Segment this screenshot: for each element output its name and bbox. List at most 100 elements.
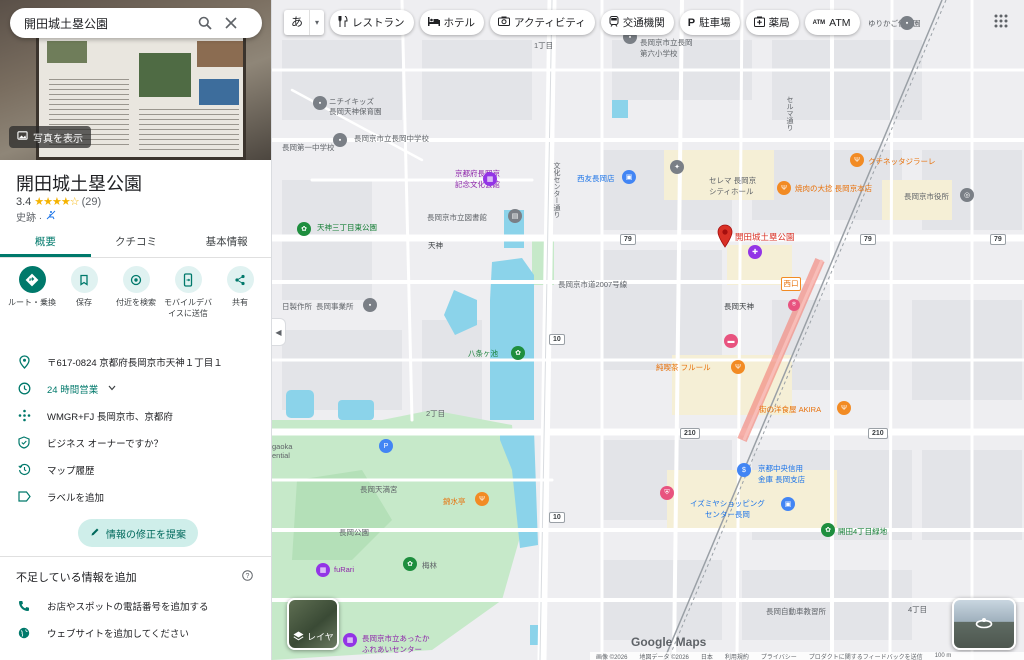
map-base-layer	[272, 0, 1024, 660]
send-to-phone-button[interactable]: モバイルデバイスに送信	[163, 266, 213, 319]
show-photos-button[interactable]: 写真を表示	[9, 126, 91, 148]
missing-info-title: 不足している情報を追加	[16, 572, 137, 584]
library-poi-icon[interactable]: ▤	[508, 209, 522, 223]
share-button[interactable]: 共有	[215, 266, 265, 319]
chip-transit[interactable]: 交通機関	[600, 10, 674, 35]
office-poi-icon[interactable]: ▪	[363, 298, 377, 312]
route-210-shield: 210	[680, 428, 700, 439]
nearby-button[interactable]: 付近を検索	[111, 266, 161, 319]
footer-country[interactable]: 日本	[701, 652, 713, 660]
suggest-edit-button[interactable]: 情報の修正を提案	[78, 519, 198, 547]
apps-grid-icon[interactable]	[990, 10, 1012, 32]
chip-hotel-label: ホテル	[443, 17, 476, 29]
phone-icon	[17, 600, 31, 612]
search-icon[interactable]	[192, 10, 218, 36]
place-tabs: 概要 クチコミ 基本情報	[0, 228, 271, 258]
map-label-chome4: 4丁目	[908, 605, 928, 614]
layers-button[interactable]: レイヤ	[287, 598, 339, 650]
yurikago-poi-icon[interactable]: ▪	[900, 16, 914, 30]
add-website-row[interactable]: ウェブサイトを追加してください	[17, 626, 189, 640]
chevron-down-icon[interactable]: ▾	[310, 18, 324, 27]
plus-code-row[interactable]: WMGR+FJ 長岡京市、京都府	[0, 402, 271, 429]
collapse-panel-button[interactable]: ◀	[272, 318, 286, 346]
map-label-yakiniku: 焼肉の大捻 長岡京本店	[795, 184, 873, 193]
hours-row[interactable]: 24 時間営業	[0, 375, 271, 402]
map-label-gaoka: gaoka ential	[272, 442, 293, 460]
garden-poi-icon[interactable]: ✿	[511, 346, 525, 360]
address-row[interactable]: 〒617-0824 京都府長岡京市天神１丁目１	[0, 348, 271, 375]
chip-atm-label: ATM	[829, 16, 851, 29]
history-row[interactable]: マップ履歴	[0, 456, 271, 483]
map-label-kaiden4: 開田4丁目緑地	[838, 527, 888, 536]
map-footer: 画像 ©2026 地図データ ©2026 日本 利用規約 プライバシー プロダク…	[590, 652, 1024, 660]
map-label-nagaoka-tenjin: 長岡天神	[724, 302, 754, 311]
map-label-tenjin3: 天神三丁目東公園	[317, 223, 377, 232]
chip-activities[interactable]: アクティビティ	[490, 10, 595, 35]
school-poi-icon[interactable]: ▪	[333, 133, 347, 147]
temple-poi-icon[interactable]: ✚	[748, 245, 762, 259]
parking-poi-icon[interactable]: P	[379, 439, 393, 453]
footer-feedback[interactable]: プロダクトに関するフィードバックを送信	[809, 652, 923, 660]
nursery-poi-icon[interactable]: ▪	[313, 96, 327, 110]
footer-privacy[interactable]: プライバシー	[761, 652, 797, 660]
shrine-poi-icon[interactable]: ⛨	[660, 486, 674, 500]
map-label-atakata: 長岡京市立あったか ふれあいセンター	[362, 634, 430, 654]
city-hall-poi-icon[interactable]: ◎	[960, 188, 974, 202]
tab-about[interactable]: 基本情報	[181, 228, 271, 257]
search-input[interactable]	[24, 16, 192, 30]
place-title: 開田城土塁公園	[16, 174, 142, 194]
junkissa-poi-icon[interactable]: Ψ	[731, 360, 745, 374]
add-phone-row[interactable]: お店やスポットの電話番号を追加する	[17, 599, 209, 613]
mall-poi-icon[interactable]: ▣	[781, 497, 795, 511]
footer-map-data: 地図データ ©2026	[639, 654, 689, 660]
tab-overview[interactable]: 概要	[0, 228, 91, 257]
tab-reviews[interactable]: クチコミ	[91, 228, 182, 257]
shopping-poi-icon[interactable]: ▣	[622, 170, 636, 184]
map-label-akira: 街の洋食屋 AKIRA	[759, 405, 822, 414]
rating-value: 3.4	[16, 195, 32, 208]
chip-pharmacy[interactable]: 薬局	[745, 10, 799, 35]
chip-atm[interactable]: ATM ATM	[804, 10, 860, 35]
atakata-poi-icon[interactable]: ▦	[343, 633, 357, 647]
help-icon[interactable]: ?	[242, 570, 253, 584]
chip-hotel[interactable]: ホテル	[419, 10, 485, 35]
umebayashi-poi-icon[interactable]: ✿	[403, 557, 417, 571]
chip-parking[interactable]: P 駐車場	[679, 10, 740, 35]
add-label-row[interactable]: ラベルを追加	[0, 483, 271, 510]
close-icon[interactable]	[218, 10, 244, 36]
input-tools-button[interactable]: あ ▾	[284, 10, 325, 35]
restaurant-poi-icon[interactable]: Ψ	[777, 181, 791, 195]
pencil-icon	[90, 527, 100, 540]
category-row: 史跡 ·	[16, 209, 56, 224]
chip-restaurant[interactable]: レストラン	[330, 10, 414, 35]
owner-row[interactable]: ビジネス オーナーですか？	[0, 429, 271, 456]
hotel-poi-icon[interactable]: ▬	[724, 334, 738, 348]
chip-activities-label: アクティビティ	[514, 17, 586, 29]
funeral-hall-poi-icon[interactable]: ✦	[670, 160, 684, 174]
street-view-button[interactable]	[952, 598, 1016, 650]
park-poi-icon[interactable]: ✿	[297, 222, 311, 236]
train-station-icon[interactable]: ⍟	[788, 299, 800, 311]
directions-button[interactable]: ルート・乗換	[7, 266, 57, 319]
map-label-keitoku: 長岡京市道2007号線	[558, 280, 628, 289]
west-exit-label[interactable]: 西口	[781, 277, 801, 291]
train-icon	[609, 15, 619, 30]
furari-poi-icon[interactable]: ▦	[316, 563, 330, 577]
cafe-poi-icon[interactable]: Ψ	[850, 153, 864, 167]
akira-poi-icon[interactable]: Ψ	[837, 401, 851, 415]
scale-label[interactable]: 100 m	[935, 653, 952, 659]
kinsuitei-poi-icon[interactable]: Ψ	[475, 492, 489, 506]
museum-poi-icon[interactable]: ▦	[483, 172, 497, 186]
review-count[interactable]: (29)	[82, 196, 102, 208]
map-canvas[interactable]: ニチイキッズ 長岡天神保育園 長岡京市立長岡中学校 長岡第一中学校 ゆりかご保育…	[272, 0, 1024, 660]
bank-poi-icon[interactable]: $	[737, 463, 751, 477]
kaiden-park-poi-icon[interactable]: ✿	[821, 523, 835, 537]
category-label: 史跡 ·	[16, 213, 43, 224]
footer-terms[interactable]: 利用規約	[725, 652, 749, 660]
rating-row[interactable]: 3.4 ★★★★☆ (29)	[16, 195, 102, 209]
save-button[interactable]: 保存	[59, 266, 109, 319]
selected-place-pin-icon[interactable]	[717, 224, 733, 251]
plus-code-icon	[17, 409, 31, 423]
map-label-junkissa: 純喫茶 フルール	[656, 363, 711, 372]
chevron-down-icon[interactable]	[108, 383, 116, 394]
